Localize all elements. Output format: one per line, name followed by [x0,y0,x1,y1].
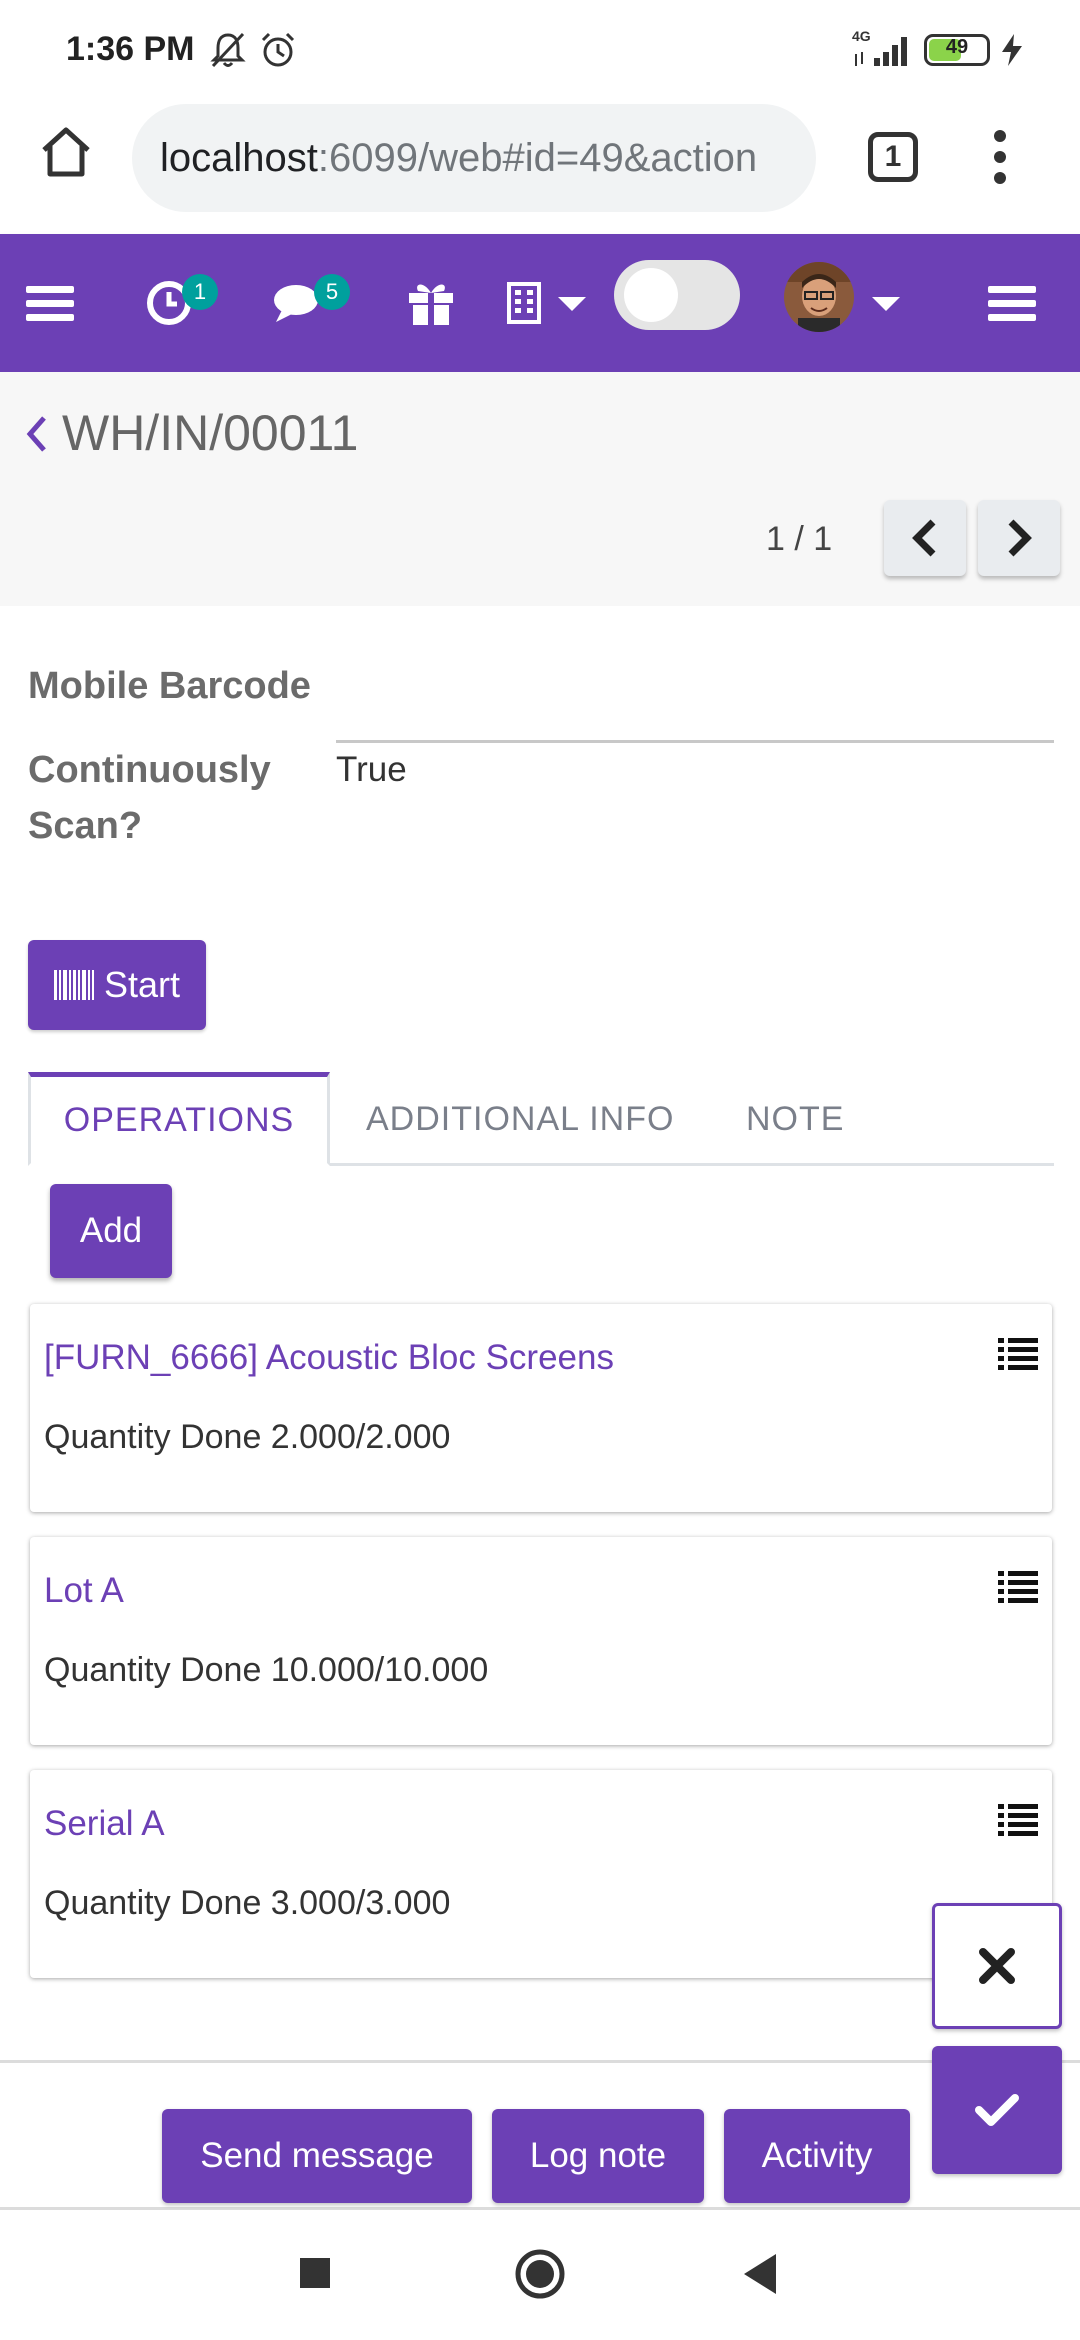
messages-button[interactable]: 5 [272,234,350,372]
status-time: 1:36 PM [66,30,195,68]
tab-note[interactable]: NOTE [746,1072,844,1166]
chevron-left-icon[interactable] [24,412,50,456]
list-icon[interactable] [998,1569,1038,1603]
activity-button[interactable]: Activity [724,2109,910,2203]
add-button[interactable]: Add [50,1184,172,1278]
save-button[interactable] [932,2046,1062,2174]
chatter-bar: Send message Log note Activity [0,2060,1080,2210]
tab-operations[interactable]: OPERATIONS [28,1072,330,1166]
url-text: localhost:6099/web#id=49&action [160,136,757,181]
mobile-barcode-label: Mobile Barcode [28,665,311,707]
operation-quantity: Quantity Done 2.000/2.000 [44,1418,451,1456]
back-nav-icon[interactable] [740,2252,780,2296]
apps-menu-icon[interactable] [988,234,1036,372]
control-panel: WH/IN/00011 1 / 1 [0,372,1080,606]
start-button[interactable]: Start [28,940,206,1030]
check-icon [975,2094,1019,2126]
company-switcher[interactable] [506,234,542,372]
pager-value[interactable]: 1 / 1 [766,520,832,559]
operation-title[interactable]: Lot A [44,1571,124,1611]
chevron-left-icon [912,519,936,557]
top-navbar: 1 5 [0,234,1080,372]
home-nav-icon[interactable] [514,2248,566,2300]
browser-toolbar: localhost:6099/web#id=49&action 1 [0,100,1080,234]
url-host: localhost [160,136,318,180]
system-navigation-bar [0,2212,1080,2340]
menu-icon[interactable] [26,234,74,372]
barcode-icon [54,970,94,1000]
operation-card[interactable]: Serial A Quantity Done 3.000/3.000 [30,1770,1052,1978]
more-vert-icon[interactable] [990,130,1010,190]
avatar[interactable] [784,262,854,332]
url-path: :6099/web#id=49&action [317,136,758,180]
continuous-scan-label-line2: Scan? [28,805,143,847]
operation-quantity: Quantity Done 3.000/3.000 [44,1884,451,1922]
gift-icon [409,284,453,325]
continuous-scan-value[interactable]: True [336,750,407,790]
operation-quantity: Quantity Done 10.000/10.000 [44,1651,489,1689]
send-message-button[interactable]: Send message [162,2109,472,2203]
charging-icon [1002,34,1022,66]
home-icon[interactable] [36,122,96,182]
messages-badge: 5 [314,274,350,310]
tab-additional-info[interactable]: ADDITIONAL INFO [366,1072,674,1166]
operation-card[interactable]: [FURN_6666] Acoustic Bloc Screens Quanti… [30,1304,1052,1512]
breadcrumb[interactable]: WH/IN/00011 [62,404,358,462]
alarm-icon [261,32,295,67]
building-icon [507,282,541,324]
operation-card[interactable]: Lot A Quantity Done 10.000/10.000 [30,1537,1052,1745]
signal-icon [855,37,907,66]
mode-toggle[interactable] [614,260,740,330]
operation-title[interactable]: [FURN_6666] Acoustic Bloc Screens [44,1338,614,1378]
chevron-right-icon [1008,519,1032,557]
user-menu-chevron-icon[interactable] [872,297,900,311]
start-button-label: Start [104,964,181,1005]
close-icon [979,1948,1015,1984]
list-icon[interactable] [998,1802,1038,1836]
battery-level: 49 [945,36,969,58]
battery-icon: 49 [924,34,990,66]
toggle-knob [624,268,678,322]
discard-button[interactable] [932,1903,1062,2029]
pager-previous-button[interactable] [884,500,966,576]
mobile-barcode-input[interactable] [336,740,1054,743]
continuous-scan-label-line1: Continuously [28,749,271,791]
status-bar: 1:36 PM 4G 49 [0,0,1080,100]
pager-next-button[interactable] [978,500,1060,576]
gift-button[interactable] [406,234,456,372]
address-bar[interactable]: localhost:6099/web#id=49&action [132,104,816,212]
log-note-button[interactable]: Log note [492,2109,704,2203]
activity-button[interactable]: 1 [146,234,218,372]
tabs-icon[interactable]: 1 [868,132,918,182]
operation-title[interactable]: Serial A [44,1804,165,1844]
bell-muted-icon [210,32,246,68]
chevron-down-icon[interactable] [558,297,586,311]
activity-badge: 1 [182,274,218,310]
list-icon[interactable] [998,1336,1038,1370]
recents-icon[interactable] [298,2256,332,2290]
